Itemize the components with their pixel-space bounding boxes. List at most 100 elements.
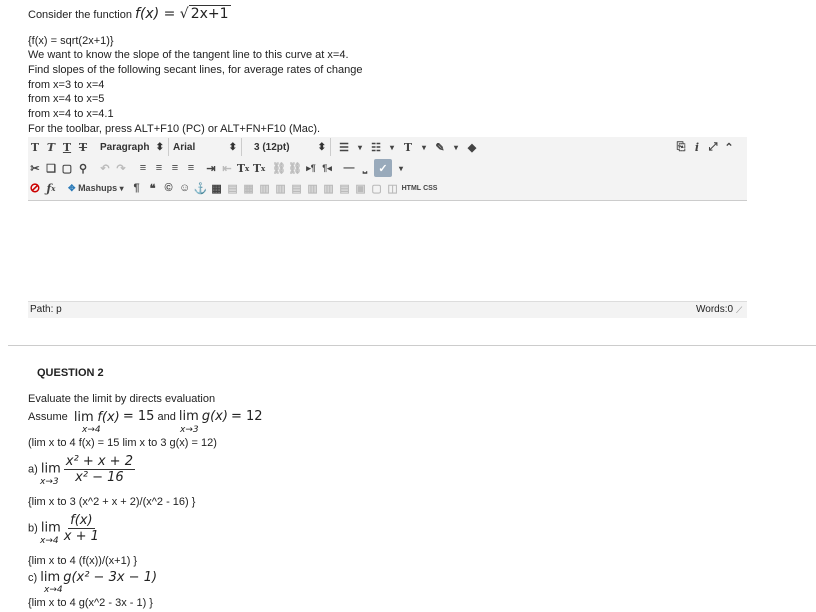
q1-item-1: from x=3 to x=4 [28, 79, 105, 91]
subscript-icon[interactable]: Tx [252, 159, 266, 177]
q1-function-lhs: f(x) = [135, 6, 180, 22]
q2-part-c: c) lim g(x² − 3x − 1) [28, 570, 157, 585]
ltr-direction-icon[interactable]: ▸¶ [304, 159, 318, 177]
toolbar-row-3: ⊘ ƒx ✥ Mashups ▾ ¶ ❝ © ☺ ⚓ ▦ ▤ ▦ ▥ ▥ ▤ ▥… [28, 178, 439, 198]
resize-handle-icon[interactable]: ⟋ [736, 305, 742, 316]
format-select-value: Paragraph [100, 141, 150, 153]
copyright-icon[interactable]: © [162, 179, 176, 197]
dropdown-arrow-icon[interactable]: ▾ [417, 138, 431, 156]
q1-intro-text: Consider the function [28, 9, 132, 21]
part-a-label: a) [28, 463, 38, 476]
collapse-toolbar-icon[interactable]: ⌃ [722, 138, 736, 156]
lim-text: lim [178, 409, 199, 424]
strikethrough-button[interactable]: T [76, 138, 90, 156]
eraser-icon[interactable]: ◆ [465, 138, 479, 156]
css-button[interactable]: CSS [423, 179, 437, 197]
numbered-list-icon[interactable]: ☷ [369, 138, 383, 156]
font-select[interactable]: Arial ⬍ [169, 138, 242, 156]
q1-function-radicand: 2x+1 [188, 5, 231, 22]
align-justify-icon[interactable]: ≡ [184, 159, 198, 177]
dropdown-arrow-icon[interactable]: ▾ [449, 138, 463, 156]
underline-button[interactable]: T [60, 138, 74, 156]
row-after-icon[interactable]: ▥ [274, 179, 288, 197]
merge-cells-icon[interactable]: ▢ [370, 179, 384, 197]
gx-text: g(x) [201, 409, 228, 424]
fullscreen-icon[interactable]: ⤢ [706, 138, 720, 156]
rtl-direction-icon[interactable]: ¶◂ [320, 159, 334, 177]
paragraph-mark-icon[interactable]: ¶ [130, 179, 144, 197]
align-center-icon[interactable]: ≡ [152, 159, 166, 177]
bullet-list-icon[interactable]: ☰ [337, 138, 351, 156]
html-label: HTML [401, 184, 422, 192]
html-source-button[interactable]: HTML [402, 179, 421, 197]
toolbar-row-2: ✂ ❏ ▢ ⚲ ↶ ↷ ≡ ≡ ≡ ≡ ⇥ ⇤ Tx Tx ⛓ ⛓ ▸¶ ¶◂ … [28, 158, 410, 178]
unlink-icon[interactable]: ⛓ [288, 159, 302, 177]
record-icon[interactable]: ⊘ [28, 179, 42, 197]
italic-button[interactable]: T [44, 138, 58, 156]
part-b-denominator: x + 1 [63, 529, 99, 544]
paste-icon[interactable]: ▢ [60, 159, 74, 177]
spellcheck-icon[interactable]: ⎘ [674, 138, 688, 156]
link-icon[interactable]: ⛓ [272, 159, 286, 177]
row-before-icon[interactable]: ▥ [258, 179, 272, 197]
format-select[interactable]: Paragraph ⬍ [96, 138, 169, 156]
col-after-icon[interactable]: ▥ [322, 179, 336, 197]
align-left-icon[interactable]: ≡ [136, 159, 150, 177]
lim-f: lim f(x) [74, 409, 120, 425]
q1-item-2: from x=4 to x=5 [28, 93, 105, 105]
editor-text-area[interactable] [28, 201, 747, 301]
outdent-icon[interactable]: ⇤ [220, 159, 234, 177]
emoticon-icon[interactable]: ☺ [178, 179, 192, 197]
table-delete-icon[interactable]: ▦ [242, 179, 256, 197]
delete-row-icon[interactable]: ▤ [290, 179, 304, 197]
dropdown-arrow-icon: ▾ [119, 183, 124, 193]
q1-function-statement: Consider the function f(x) = √ 2x+1 [28, 5, 231, 22]
cell-props-icon[interactable]: ◫ [386, 179, 400, 197]
info-icon[interactable]: i [690, 138, 704, 156]
indent-icon[interactable]: ⇥ [204, 159, 218, 177]
table-props-icon[interactable]: ▤ [226, 179, 240, 197]
lim-sub-3: x→3 [180, 425, 199, 435]
q2-c-latex: {lim x to 4 g(x^2 - 3x - 1) } [28, 597, 153, 609]
css-label: CSS [423, 184, 438, 192]
and-text: and [157, 411, 176, 423]
blockquote-icon[interactable]: ❝ [146, 179, 160, 197]
cut-icon[interactable]: ✂ [28, 159, 42, 177]
dropdown-arrow-icon[interactable]: ▾ [353, 138, 367, 156]
table-icon[interactable]: ▦ [210, 179, 224, 197]
part-c-label: c) [28, 572, 38, 584]
size-select[interactable]: 3 (12pt) ⬍ [250, 138, 331, 156]
editor-status-bar: Path: p Words:0 ⟋ [28, 301, 747, 318]
delete-col-icon[interactable]: ▤ [338, 179, 352, 197]
split-cells-icon[interactable]: ▣ [354, 179, 368, 197]
math-formula-icon[interactable]: ƒx [44, 179, 58, 197]
q1-function-expression: f(x) = √ 2x+1 [135, 5, 231, 22]
q2-part-b: b) lim f(x) x + 1 [28, 513, 99, 544]
col-before-icon[interactable]: ▥ [306, 179, 320, 197]
q1-line-1: We want to know the slope of the tangent… [28, 49, 349, 61]
copy-icon[interactable]: ❏ [44, 159, 58, 177]
select-arrows-icon: ⬍ [317, 141, 326, 153]
q2-a-latex: {lim x to 3 (x^2 + x + 2)/(x^2 - 16) } [28, 496, 196, 508]
assume-label: Assume [28, 411, 68, 423]
dropdown-arrow-icon[interactable]: ▾ [385, 138, 399, 156]
bold-button[interactable]: T [28, 138, 42, 156]
q2-instruction: Evaluate the limit by directs evaluation [28, 393, 216, 405]
text-color-icon[interactable]: T [401, 138, 415, 156]
q2-title: QUESTION 2 [37, 367, 104, 379]
nonbreaking-space-icon[interactable]: ⎵ [358, 159, 372, 177]
horizontal-rule-icon[interactable]: — [342, 159, 356, 177]
part-b-sub: x→4 [40, 536, 59, 546]
mashups-button[interactable]: ✥ Mashups ▾ [68, 179, 124, 197]
lim-text: lim [40, 520, 61, 536]
anchor-icon[interactable]: ⚓ [194, 179, 208, 197]
q1-latex-text: {f(x) = sqrt(2x+1)} [28, 35, 114, 47]
find-icon[interactable]: ⚲ [76, 159, 90, 177]
spellcheck-toggle-icon[interactable]: ✓ [374, 159, 392, 177]
align-right-icon[interactable]: ≡ [168, 159, 182, 177]
superscript-icon[interactable]: Tx [236, 159, 250, 177]
highlight-pen-icon[interactable]: ✎ [433, 138, 447, 156]
undo-icon[interactable]: ↶ [98, 159, 112, 177]
redo-icon[interactable]: ↷ [114, 159, 128, 177]
dropdown-arrow-icon[interactable]: ▾ [394, 159, 408, 177]
